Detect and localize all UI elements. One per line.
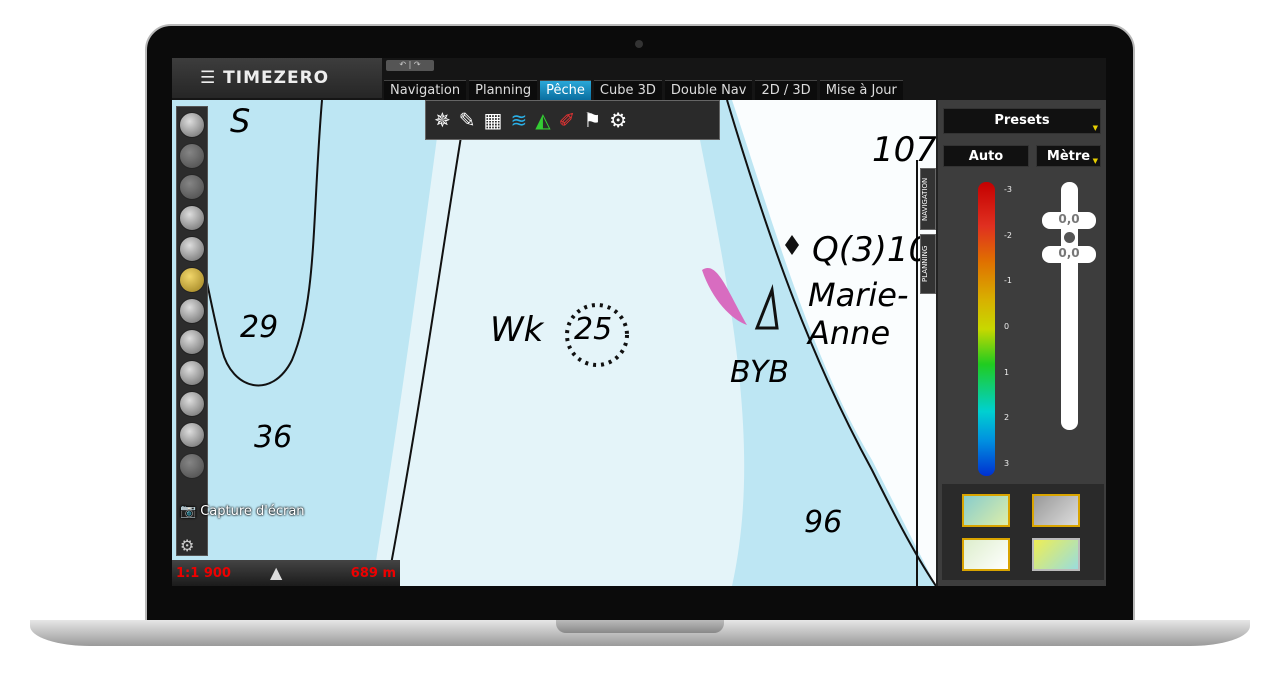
route-edit-icon[interactable]: ✎ [459, 108, 476, 132]
scale-tick: 0 [1004, 322, 1010, 331]
sonar-icon[interactable]: ≋ [510, 108, 527, 132]
flags-icon[interactable]: ⚑ [583, 108, 601, 132]
screenshot-button[interactable]: 📷 Capture d'écran [180, 504, 305, 519]
mark-icon[interactable] [179, 329, 205, 355]
alarm-icon[interactable] [179, 360, 205, 386]
fishing-lure-icon[interactable]: ✐ [559, 108, 576, 132]
app-screen: S 29 36 Wk 25 Q(3)10s Marie-Anne BYB 107… [172, 58, 1106, 586]
thumbnail-raster[interactable] [962, 494, 1010, 527]
depth-label: 96 [804, 505, 843, 540]
scale-ratio: 1:1 900 [176, 566, 231, 581]
scale-distance: 689 m [350, 566, 396, 581]
route-icon[interactable] [179, 422, 205, 448]
zoom-out-icon[interactable] [179, 236, 205, 262]
scale-tick: -2 [1004, 231, 1012, 240]
tab-planning[interactable]: Planning [469, 80, 538, 100]
scale-tick: 2 [1004, 413, 1010, 422]
north-arrow-icon[interactable]: ▲ [270, 563, 282, 582]
depth-label: 36 [254, 420, 293, 455]
tab-2d-3d[interactable]: 2D / 3D [755, 80, 817, 100]
thumbnail-pbg[interactable] [1032, 538, 1080, 571]
slider-center-knob[interactable] [1064, 232, 1075, 243]
main-tabs: Navigation Planning Pêche Cube 3D Double… [384, 80, 903, 100]
buoy-type: BYB [730, 355, 789, 390]
chart-overlay-icon[interactable]: ▦ [484, 108, 503, 132]
tab-mise-a-jour[interactable]: Mise à Jour [819, 80, 903, 100]
unit-dropdown[interactable]: Mètre ▼ [1036, 145, 1101, 167]
slider-top-handle[interactable]: 0,0 [1042, 212, 1096, 229]
app-logo[interactable]: ☰ TIMEZERO [172, 58, 382, 98]
chart-label: S [230, 102, 251, 140]
thumbnail-vector[interactable] [962, 538, 1010, 571]
scale-tick: 1 [1004, 368, 1010, 377]
tool-3d-icon[interactable] [179, 174, 205, 200]
left-toolbar [176, 106, 208, 556]
settings-gears-icon[interactable]: ⚙ [609, 108, 627, 132]
vtab-planning[interactable]: PLANNING [920, 234, 936, 294]
toolbar-settings-icon[interactable]: ⚙ [180, 536, 194, 555]
center-boat-icon[interactable] [179, 298, 205, 324]
depth-label: 107 [872, 130, 937, 170]
thumbnail-satellite[interactable] [1032, 494, 1080, 527]
laptop-notch [556, 620, 724, 633]
tab-cube-3d[interactable]: Cube 3D [593, 80, 662, 100]
tool-layer-icon[interactable] [179, 143, 205, 169]
camera-icon: 📷 [180, 504, 197, 519]
undo-redo-button[interactable]: ↶ | ↷ [386, 60, 434, 71]
tab-peche[interactable]: Pêche [540, 80, 591, 100]
wreck-label: Wk [490, 310, 544, 350]
scale-tick: -3 [1004, 185, 1012, 194]
slider-bottom-handle[interactable]: 0,0 [1042, 246, 1096, 263]
tab-navigation[interactable]: Navigation [384, 80, 467, 100]
depth-label: 29 [240, 310, 279, 345]
fishing-toolbar: ✵ ✎ ▦ ≋ ◭ ✐ ⚑ ⚙ [425, 100, 720, 140]
grid-icon[interactable] [179, 453, 205, 479]
dropdown-arrow-icon: ▼ [1092, 157, 1098, 165]
dropdown-arrow-icon: ▼ [1092, 124, 1098, 132]
vtab-navigation[interactable]: NAVIGATION [920, 168, 936, 230]
buoy-name: Marie-Anne [808, 276, 909, 352]
scale-bar: 1:1 900 ▲ 689 m [172, 560, 400, 586]
tab-double-nav[interactable]: Double Nav [664, 80, 753, 100]
zoom-in-icon[interactable] [179, 205, 205, 231]
tool-eraser-icon[interactable] [179, 112, 205, 138]
menu-icon[interactable]: ☰ [200, 68, 223, 88]
pan-hand-icon[interactable] [179, 267, 205, 293]
scale-tick: -1 [1004, 276, 1012, 285]
scale-tick: 3 [1004, 459, 1010, 468]
depth-color-scale [978, 182, 995, 476]
depth-panel: NAVIGATION PLANNING Presets ▼ Auto Mètre ▼… [920, 100, 1106, 586]
wreck-depth: 25 [574, 312, 613, 347]
top-bar: ☰ TIMEZERO ↶ | ↷ Navigation Planning Pêc… [172, 58, 1106, 100]
ruler-icon[interactable] [179, 391, 205, 417]
target-tracking-icon[interactable]: ◭ [535, 108, 550, 132]
auto-button[interactable]: Auto [943, 145, 1029, 167]
webcam [635, 40, 643, 48]
chart-thumbnails [942, 484, 1104, 580]
compass-rose-icon[interactable]: ✵ [434, 108, 451, 132]
presets-dropdown[interactable]: Presets ▼ [943, 108, 1101, 134]
